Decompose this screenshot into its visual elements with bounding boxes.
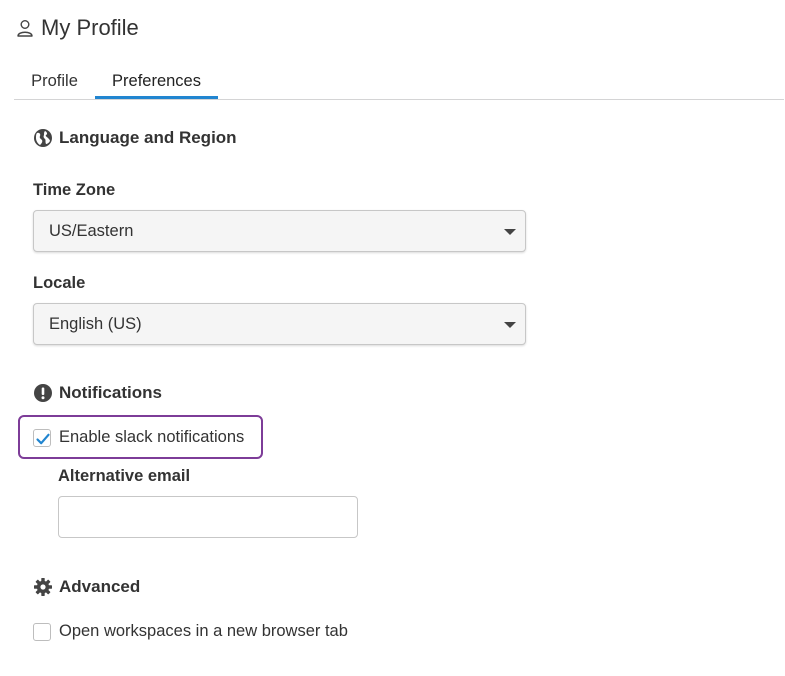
new-tab-label: Open workspaces in a new browser tab: [59, 622, 348, 640]
new-tab-checkbox[interactable]: [33, 622, 51, 641]
time-zone-label: Time Zone: [33, 181, 116, 199]
advanced-label: Advanced: [59, 577, 141, 596]
locale-select[interactable]: English (US): [33, 303, 526, 345]
time-zone-select[interactable]: US/Eastern: [33, 210, 526, 252]
page-title: My Profile: [41, 15, 139, 40]
globe-icon: [33, 128, 53, 148]
alternative-email-label: Alternative email: [58, 467, 191, 485]
tab-profile[interactable]: Profile: [14, 66, 95, 99]
language-region-label: Language and Region: [59, 128, 237, 147]
slack-notifications-option[interactable]: Enable slack notifications: [33, 428, 244, 447]
user-icon: [16, 19, 34, 37]
language-region-heading: Language and Region: [33, 128, 237, 148]
gear-icon: [33, 577, 53, 597]
time-zone-value: US/Eastern: [49, 222, 134, 240]
slack-notifications-label: Enable slack notifications: [59, 428, 245, 446]
notifications-heading: Notifications: [33, 383, 162, 403]
advanced-heading: Advanced: [33, 577, 140, 597]
tab-bar: Profile Preferences: [14, 66, 784, 100]
exclamation-circle-icon: [33, 383, 53, 403]
notifications-label: Notifications: [59, 383, 162, 402]
locale-value: English (US): [49, 315, 142, 333]
slack-notifications-checkbox[interactable]: [33, 428, 51, 447]
new-tab-option[interactable]: Open workspaces in a new browser tab: [33, 622, 348, 641]
caret-down-icon: [504, 322, 516, 328]
alternative-email-input[interactable]: [58, 496, 358, 538]
caret-down-icon: [504, 229, 516, 235]
locale-label: Locale: [33, 274, 86, 292]
tab-preferences[interactable]: Preferences: [95, 66, 218, 99]
page-header: My Profile: [16, 12, 139, 44]
